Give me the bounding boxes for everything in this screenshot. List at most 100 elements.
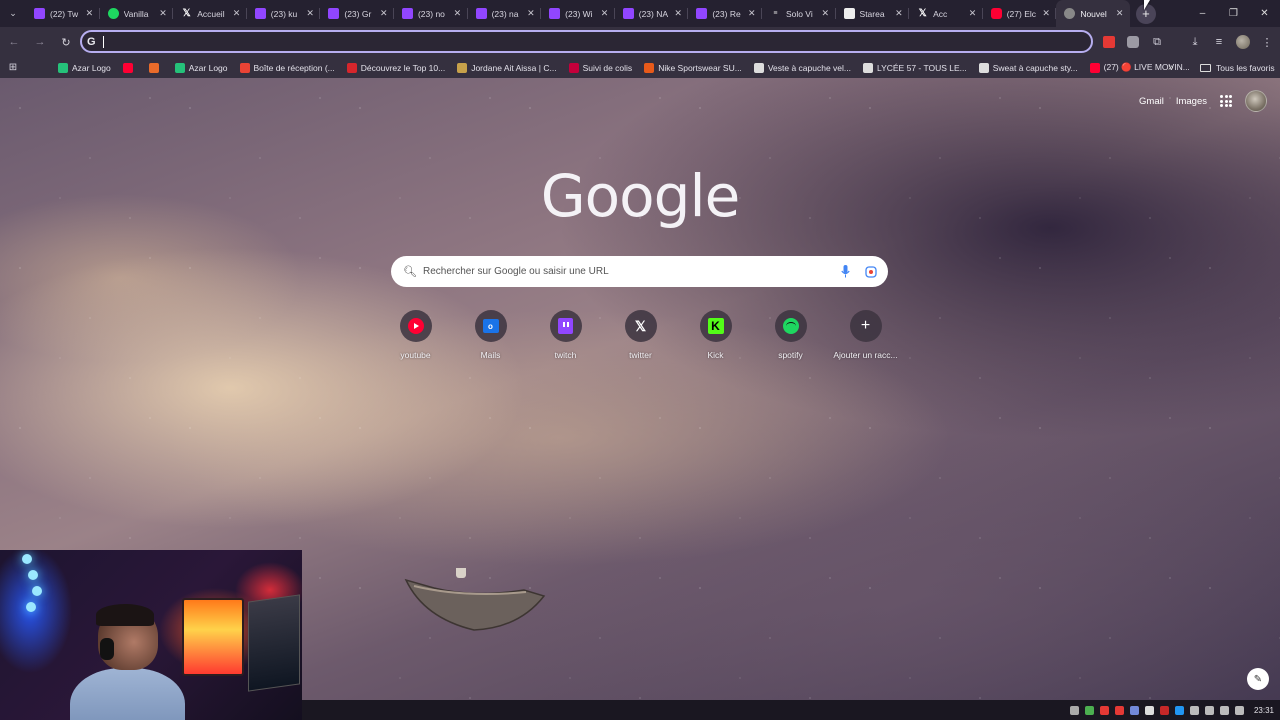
network-icon[interactable] — [1204, 705, 1214, 715]
tab-6[interactable]: (23) na ✕ — [468, 0, 542, 27]
close-tab-icon[interactable]: ✕ — [969, 8, 977, 19]
media-control-icon[interactable]: ≡ — [1210, 33, 1228, 51]
tray-icon[interactable] — [1099, 705, 1109, 715]
discord-icon[interactable] — [1129, 705, 1139, 715]
close-tab-icon[interactable]: ✕ — [233, 8, 241, 19]
back-button[interactable]: ← — [2, 30, 26, 54]
restore-button[interactable]: ❐ — [1218, 0, 1249, 27]
kick-icon: K — [707, 318, 724, 334]
close-tab-icon[interactable]: ✕ — [895, 8, 903, 19]
tray-icon[interactable] — [1069, 705, 1079, 715]
minimize-button[interactable]: – — [1187, 0, 1218, 27]
bookmark-item[interactable] — [117, 57, 143, 78]
close-tab-icon[interactable]: ✕ — [159, 8, 167, 19]
gmail-link[interactable]: Gmail — [1139, 96, 1164, 107]
tab-12[interactable]: 𝕏 Acc ✕ — [909, 0, 983, 27]
tab-14[interactable]: Nouvel ✕ — [1056, 0, 1130, 27]
shortcut-tile[interactable]: o — [474, 310, 507, 342]
customize-edit-icon[interactable]: ✎ — [1247, 668, 1269, 690]
bookmark-item[interactable]: Découvrez le Top 10... — [341, 57, 451, 78]
tray-icon[interactable] — [1189, 705, 1199, 715]
lens-search-icon[interactable] — [864, 265, 878, 279]
voice-search-icon[interactable] — [838, 265, 852, 279]
extensions-puzzle-icon[interactable]: ⧉ — [1148, 33, 1166, 51]
shortcut-tile[interactable] — [774, 310, 807, 342]
shortcut-tile[interactable]: + — [849, 310, 882, 342]
bookmark-item[interactable]: (27) 🔴 LIVE MOVIN... — [1084, 57, 1196, 78]
reload-button[interactable]: ↻ — [54, 30, 78, 54]
shortcut-tile[interactable]: K — [699, 310, 732, 342]
shortcut-tile[interactable]: 𝕏 — [624, 310, 657, 342]
tray-icon[interactable] — [1084, 705, 1094, 715]
close-tab-icon[interactable]: ✕ — [527, 8, 535, 19]
close-tab-icon[interactable]: ✕ — [748, 8, 756, 19]
profile-button[interactable] — [1234, 33, 1252, 51]
address-bar[interactable]: G — [80, 30, 1093, 53]
bookmark-item[interactable]: LYCÉE 57 - TOUS LE... — [857, 57, 973, 78]
tray-icon[interactable] — [1159, 705, 1169, 715]
google-search-box[interactable]: 🔍︎ — [391, 256, 888, 287]
close-tab-icon[interactable]: ✕ — [86, 8, 94, 19]
tab-11[interactable]: Starea ✕ — [836, 0, 910, 27]
tab-7[interactable]: (23) Wi ✕ — [541, 0, 615, 27]
bookmark-label: Boîte de réception (... — [253, 62, 335, 73]
tray-icon[interactable] — [1144, 705, 1154, 715]
bluetooth-icon[interactable] — [1174, 705, 1184, 715]
tab-8[interactable]: (23) NA ✕ — [615, 0, 689, 27]
bookmark-item[interactable]: Azar Logo — [169, 57, 234, 78]
account-avatar[interactable] — [1245, 90, 1267, 112]
shortcut-label: twitter — [629, 350, 652, 360]
shortcut-kick[interactable]: K Kick — [678, 310, 753, 360]
tab-9[interactable]: (23) Re ✕ — [688, 0, 762, 27]
tab-3[interactable]: (23) ku ✕ — [247, 0, 321, 27]
shortcut-spotify[interactable]: spotify — [753, 310, 828, 360]
google-apps-icon[interactable] — [1219, 94, 1233, 108]
shortcut-tile[interactable] — [549, 310, 582, 342]
shortcut-mails[interactable]: o Mails — [453, 310, 528, 360]
bookmark-item[interactable]: Veste à capuche vel... — [748, 57, 857, 78]
close-window-button[interactable]: ✕ — [1249, 0, 1280, 27]
apps-grid-icon[interactable]: ⊞ — [0, 62, 26, 73]
close-tab-icon[interactable]: ✕ — [1042, 8, 1050, 19]
tab-0[interactable]: (22) Tw ✕ — [26, 0, 100, 27]
shortcut-twitter[interactable]: 𝕏twitter — [603, 310, 678, 360]
close-tab-icon[interactable]: ✕ — [306, 8, 314, 19]
close-tab-icon[interactable]: ✕ — [601, 8, 609, 19]
bookmark-item[interactable]: Nike Sportswear SU... — [638, 57, 748, 78]
tab-10[interactable]: ≡ Solo Vi ✕ — [762, 0, 836, 27]
forward-button[interactable]: → — [28, 30, 52, 54]
tab-search-button[interactable]: ⌄ — [0, 0, 26, 27]
close-tab-icon[interactable]: ✕ — [822, 8, 830, 19]
tab-4[interactable]: (23) Gr ✕ — [320, 0, 394, 27]
close-tab-icon[interactable]: ✕ — [380, 8, 388, 19]
menu-icon[interactable]: ⋮ — [1258, 33, 1276, 51]
address-input[interactable] — [103, 35, 1091, 48]
extension-red-icon[interactable] — [1100, 33, 1118, 51]
bookmark-item[interactable] — [143, 57, 169, 78]
close-tab-icon[interactable]: ✕ — [674, 8, 682, 19]
shortcut-tile[interactable] — [399, 310, 432, 342]
images-link[interactable]: Images — [1176, 96, 1207, 107]
tab-13[interactable]: (27) Elc ✕ — [983, 0, 1057, 27]
battery-icon[interactable] — [1234, 705, 1244, 715]
tab-1[interactable]: Vanilla ✕ — [100, 0, 174, 27]
more-bookmarks-button[interactable]: » — [1168, 57, 1174, 78]
close-tab-icon[interactable]: ✕ — [1116, 8, 1124, 19]
extension-grey-icon[interactable] — [1124, 33, 1142, 51]
all-bookmarks-folder[interactable]: Tous les favoris — [1200, 57, 1275, 78]
shortcut-twitch[interactable]: twitch — [528, 310, 603, 360]
tab-5[interactable]: (23) no ✕ — [394, 0, 468, 27]
shortcut-ajouter-un-racc[interactable]: + Ajouter un racc... — [828, 310, 903, 360]
download-icon[interactable]: ⤓ — [1186, 33, 1204, 51]
shortcut-youtube[interactable]: youtube — [378, 310, 453, 360]
bookmark-item[interactable]: Suivi de colis — [563, 57, 639, 78]
bookmark-item[interactable]: Sweat à capuche sty... — [973, 57, 1084, 78]
bookmark-item[interactable]: Boîte de réception (... — [234, 57, 341, 78]
search-input[interactable] — [423, 266, 838, 277]
tab-2[interactable]: 𝕏 Accueil ✕ — [173, 0, 247, 27]
volume-icon[interactable] — [1219, 705, 1229, 715]
close-tab-icon[interactable]: ✕ — [454, 8, 462, 19]
bookmark-item[interactable]: Jordane Ait Aissa | C... — [451, 57, 562, 78]
bookmark-item[interactable]: Azar Logo — [52, 57, 117, 78]
tray-icon[interactable] — [1114, 705, 1124, 715]
